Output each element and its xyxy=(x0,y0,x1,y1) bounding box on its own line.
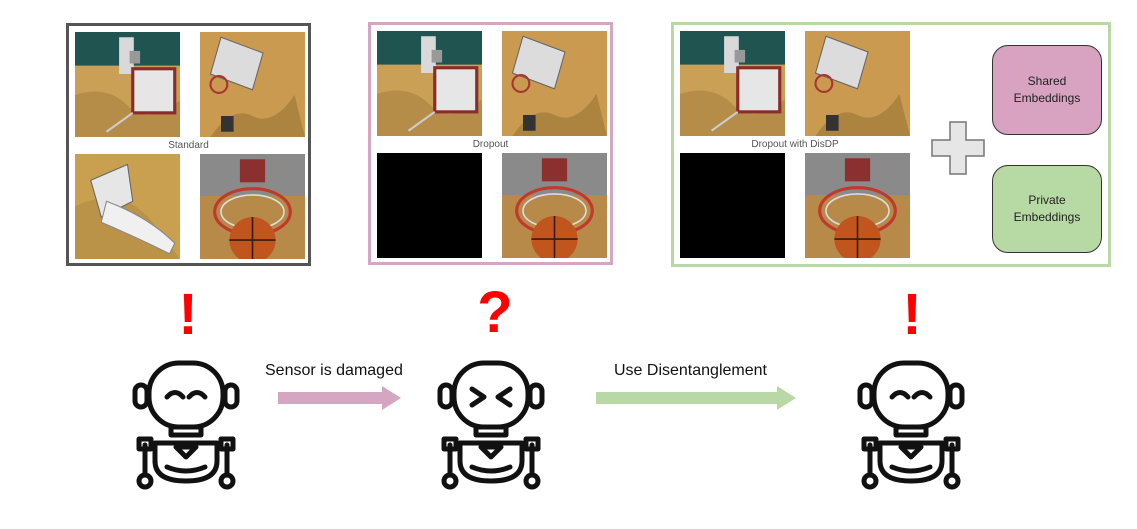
camera-view-front xyxy=(377,31,482,136)
exclamation-mark: ! xyxy=(902,282,922,347)
camera-view-basket xyxy=(805,153,910,258)
panel-caption: Dropout with DisDP xyxy=(751,139,839,150)
panel-standard: Standard xyxy=(66,23,311,266)
camera-view-basket xyxy=(200,154,305,259)
panel-dropout-disdp: Dropout with DisDP Shared Embeddings Pri… xyxy=(671,22,1111,267)
private-embeddings-box: Private Embeddings xyxy=(992,165,1102,253)
camera-view-side xyxy=(200,32,305,137)
exclamation-mark: ! xyxy=(178,282,198,347)
shared-embeddings-box: Shared Embeddings xyxy=(992,45,1102,135)
camera-view-front xyxy=(75,32,180,137)
camera-view-side xyxy=(502,31,607,136)
panel-caption: Standard xyxy=(168,140,209,151)
panel-dropout: Dropout xyxy=(368,22,613,265)
robot-icon-happy xyxy=(132,360,240,490)
camera-view-side xyxy=(805,31,910,136)
arrow-right-green xyxy=(596,386,796,410)
camera-view-basket xyxy=(502,153,607,258)
camera-view-wrist xyxy=(75,154,180,259)
robot-icon-confused xyxy=(437,360,545,490)
private-embeddings-label: Private Embeddings xyxy=(1013,193,1081,224)
shared-embeddings-label: Shared Embeddings xyxy=(1013,74,1081,105)
robot-icon-happy xyxy=(857,360,965,490)
arrow-right-pink xyxy=(278,386,401,410)
camera-view-front xyxy=(680,31,785,136)
arrow-label-disentanglement: Use Disentanglement xyxy=(614,362,767,379)
panel-caption: Dropout xyxy=(472,139,509,150)
plus-icon xyxy=(930,120,986,176)
camera-view-dropped xyxy=(680,153,785,258)
camera-view-dropped xyxy=(377,153,482,258)
arrow-label-sensor-damaged: Sensor is damaged xyxy=(265,362,403,379)
question-mark: ? xyxy=(477,280,513,345)
